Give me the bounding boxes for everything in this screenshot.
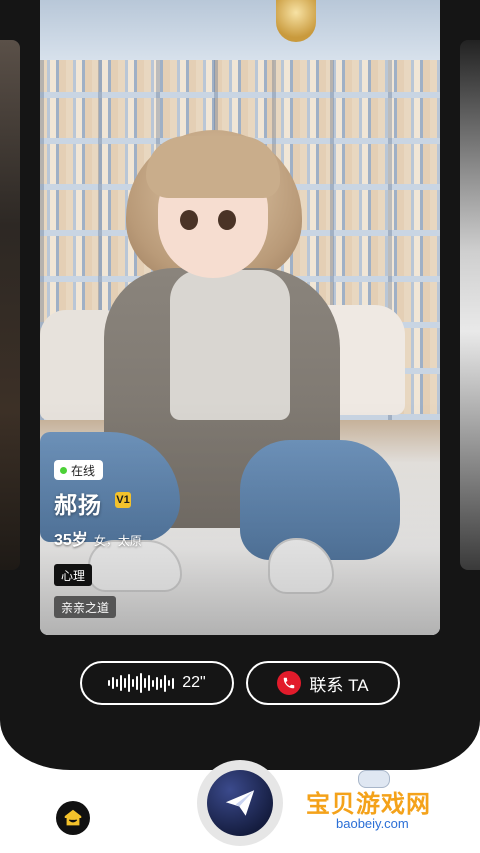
chandelier xyxy=(276,0,316,42)
vip-level-icon: V1 xyxy=(115,492,131,508)
watermark-url: baobeiy.com xyxy=(330,816,415,831)
profile-photo-eye-right xyxy=(218,210,236,230)
site-watermark: 宝贝游戏网 baobeiy.com xyxy=(306,770,446,846)
paper-plane-icon xyxy=(225,790,255,816)
contact-label: 联系 TA xyxy=(309,675,369,695)
profile-photo-bangs xyxy=(146,136,280,198)
profile-photo-eye-left xyxy=(180,210,198,230)
watermark-title: 宝贝游戏网 xyxy=(306,791,431,818)
shelf-cornice xyxy=(40,0,440,60)
user-age: 35岁 xyxy=(54,532,88,549)
interest-tag: 心理 xyxy=(54,564,93,586)
phone-icon xyxy=(277,671,302,695)
send-button-face xyxy=(207,770,273,836)
sound-wave-icon xyxy=(108,673,175,693)
voice-duration: 22" xyxy=(182,674,206,691)
user-meta: 35岁 女，太原 xyxy=(54,526,142,550)
user-name: 郝扬 xyxy=(54,492,102,518)
send-message-button[interactable] xyxy=(197,760,283,846)
voice-intro-button[interactable]: 22" xyxy=(80,661,234,705)
user-gender-city: 女，太原 xyxy=(93,534,142,548)
online-dot-icon xyxy=(60,466,67,474)
contact-button[interactable]: 联系 TA xyxy=(246,661,400,705)
home-button[interactable] xyxy=(56,801,90,835)
profile-photo-shirt xyxy=(170,270,290,420)
home-icon xyxy=(64,809,82,826)
online-status-badge: 在线 xyxy=(54,460,104,480)
profile-card[interactable]: 在线 郝扬 V1 35岁 女，太原 心理 亲亲之道 xyxy=(40,0,440,635)
previous-profile-card[interactable] xyxy=(0,40,20,570)
interest-tag: 亲亲之道 xyxy=(54,596,117,618)
next-profile-card[interactable] xyxy=(460,40,480,570)
online-status-text: 在线 xyxy=(71,463,96,478)
